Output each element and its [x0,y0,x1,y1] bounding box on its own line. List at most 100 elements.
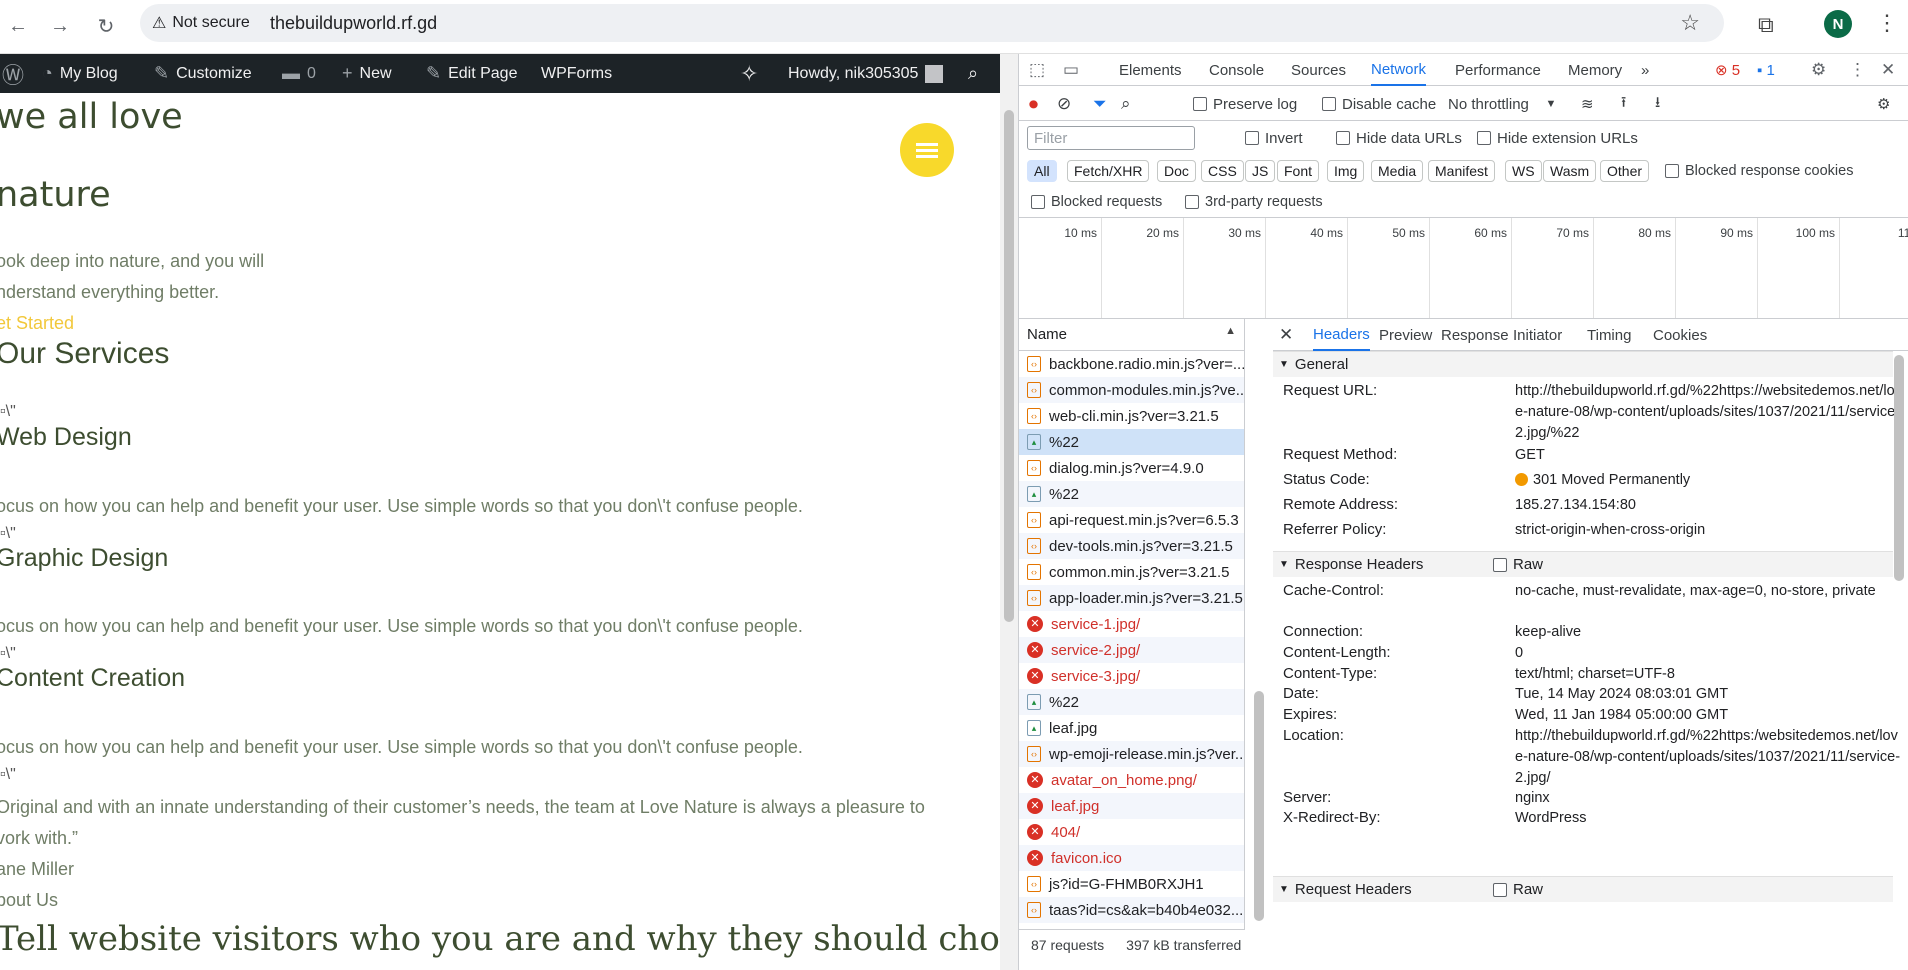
about-us-link[interactable]: bout Us [0,890,58,911]
type-font[interactable]: Font [1277,160,1320,182]
request-row[interactable]: ‹› web-cli.min.js?ver=3.21.5 [1019,403,1244,429]
detail-tab-response[interactable]: Response [1441,319,1509,351]
type-fetch-xhr[interactable]: Fetch/XHR [1067,160,1150,182]
request-row[interactable]: ▴ %22 [1019,481,1244,507]
type-css[interactable]: CSS [1201,160,1244,182]
type-doc[interactable]: Doc [1157,160,1196,182]
wp-logo-icon[interactable]: Ⓦ [2,54,24,93]
disable-cache-checkbox[interactable]: Disable cache [1322,87,1436,121]
request-row[interactable]: ‹› api-request.min.js?ver=6.5.3 [1019,507,1244,533]
settings-gear-icon[interactable]: ⚙ [1811,54,1826,86]
search-icon[interactable]: ⌕ [968,54,978,93]
my-blog-link[interactable]: ◔ My Blog [42,54,118,93]
tab-elements[interactable]: Elements [1119,54,1182,86]
get-started-link[interactable]: et Started [0,313,74,334]
hide-extension-urls-checkbox[interactable]: Hide extension URLs [1477,121,1638,155]
invert-checkbox[interactable]: Invert [1245,121,1303,155]
hide-data-urls-checkbox[interactable]: Hide data URLs [1336,121,1462,155]
general-section-header[interactable]: ▼ General [1273,351,1893,377]
extensions-icon[interactable]: ⧉ [1758,12,1774,38]
request-list-scrollbar[interactable] [1252,351,1266,929]
request-row[interactable]: ‹› backbone.radio.min.js?ver=... [1019,351,1244,377]
type-media[interactable]: Media [1371,160,1424,182]
name-column-header[interactable]: Name ▲ [1019,319,1245,351]
details-scrollbar[interactable] [1892,355,1906,895]
inspect-element-icon[interactable]: ⬚ [1029,54,1045,86]
customize-link[interactable]: ✎ Customize [154,54,252,93]
request-row[interactable]: ✕ avatar_on_home.png/ [1019,767,1244,793]
request-headers-section-header[interactable]: ▼ Request Headers Raw [1273,876,1893,902]
back-icon[interactable]: ← [2,10,34,42]
edit-page-link[interactable]: ✎ Edit Page [426,54,517,93]
details-scroll-thumb[interactable] [1894,355,1904,581]
detail-tab-headers[interactable]: Headers [1313,319,1370,351]
type-manifest[interactable]: Manifest [1428,160,1495,182]
request-row[interactable]: ✕ service-3.jpg/ [1019,663,1244,689]
blocked-response-cookies-checkbox[interactable]: Blocked response cookies [1665,154,1853,188]
more-tabs-icon[interactable]: » [1641,54,1649,86]
export-har-icon[interactable]: ⭳ [1655,87,1660,121]
request-raw-checkbox[interactable]: Raw [1493,881,1543,898]
request-row[interactable]: ‹› js?id=G-FHMB0RXJH1 [1019,871,1244,897]
forward-icon[interactable]: → [44,10,76,42]
error-count-badge[interactable]: ⊗ 5 [1715,54,1740,86]
request-row[interactable]: ✕ service-1.jpg/ [1019,611,1244,637]
detail-tab-timing[interactable]: Timing [1587,319,1631,351]
preserve-log-checkbox[interactable]: Preserve log [1193,87,1297,121]
request-list-scroll-thumb[interactable] [1254,691,1264,921]
request-row[interactable]: ✕ leaf.jpg [1019,793,1244,819]
address-bar[interactable]: ⚠ Not secure thebuildupworld.rf.gd ☆ [140,4,1724,42]
page-scroll-thumb[interactable] [1004,110,1014,622]
request-row[interactable]: ▴ leaf.jpg [1019,715,1244,741]
request-row[interactable]: ▴ %22 [1019,689,1244,715]
sparkle-icon[interactable]: ✧ [740,54,758,93]
filter-icon[interactable]: ⏷ [1093,87,1107,121]
blocked-requests-checkbox[interactable]: Blocked requests [1031,187,1162,217]
page-scrollbar[interactable] [1000,54,1018,970]
response-raw-checkbox[interactable]: Raw [1493,556,1543,573]
tab-performance[interactable]: Performance [1455,54,1541,86]
tab-sources[interactable]: Sources [1291,54,1346,86]
hamburger-menu-button[interactable] [900,123,954,177]
import-har-icon[interactable]: ⭱ [1621,87,1626,121]
security-chip[interactable]: ⚠ Not secure [152,12,250,34]
record-stop-icon[interactable]: ⏺ [1029,87,1038,121]
request-row[interactable]: ‹› common-modules.min.js?ve... [1019,377,1244,403]
throttling-select[interactable]: No throttling ▼ [1448,87,1556,121]
devtools-menu-icon[interactable]: ⋮ [1849,54,1866,86]
request-row[interactable]: ✕ favicon.ico [1019,845,1244,871]
type-js[interactable]: JS [1245,160,1276,182]
search-icon[interactable]: ⌕ [1121,87,1131,121]
request-row[interactable]: ‹› taas?id=cs&ak=b40b4e032... [1019,897,1244,923]
message-count-badge[interactable]: ▪ 1 [1757,54,1775,86]
detail-tab-preview[interactable]: Preview [1379,319,1432,351]
reload-icon[interactable]: ↻ [90,10,122,42]
close-devtools-icon[interactable]: ✕ [1881,54,1895,86]
close-details-icon[interactable]: ✕ [1279,319,1293,351]
howdy-account[interactable]: Howdy, nik305305 [788,54,944,93]
request-row[interactable]: ‹› dialog.min.js?ver=4.9.0 [1019,455,1244,481]
comments-link[interactable]: ▬ 0 [282,54,316,93]
bookmark-star-icon[interactable]: ☆ [1680,10,1700,36]
url-text[interactable]: thebuildupworld.rf.gd [270,13,437,34]
request-row[interactable]: ‹› wp-emoji-release.min.js?ver... [1019,741,1244,767]
filter-input[interactable]: Filter [1027,126,1195,150]
type-wasm[interactable]: Wasm [1543,160,1597,182]
network-settings-icon[interactable]: ⚙ [1877,87,1890,121]
clear-icon[interactable]: ⊘ [1057,87,1071,121]
type-all[interactable]: All [1027,160,1057,182]
response-headers-section-header[interactable]: ▼ Response Headers Raw [1273,551,1893,577]
network-conditions-icon[interactable]: ≋ [1581,87,1594,121]
type-ws[interactable]: WS [1505,160,1542,182]
request-row[interactable]: ‹› common.min.js?ver=3.21.5 [1019,559,1244,585]
tab-network[interactable]: Network [1371,54,1427,86]
request-row[interactable]: ✕ 404/ [1019,819,1244,845]
tab-console[interactable]: Console [1209,54,1264,86]
type-other[interactable]: Other [1600,160,1650,182]
browser-menu-icon[interactable]: ⋮ [1876,10,1898,36]
new-link[interactable]: + New [342,54,392,93]
detail-tab-cookies[interactable]: Cookies [1653,319,1707,351]
tab-memory[interactable]: Memory [1568,54,1622,86]
profile-avatar[interactable]: N [1824,10,1852,38]
detail-tab-initiator[interactable]: Initiator [1513,319,1562,351]
